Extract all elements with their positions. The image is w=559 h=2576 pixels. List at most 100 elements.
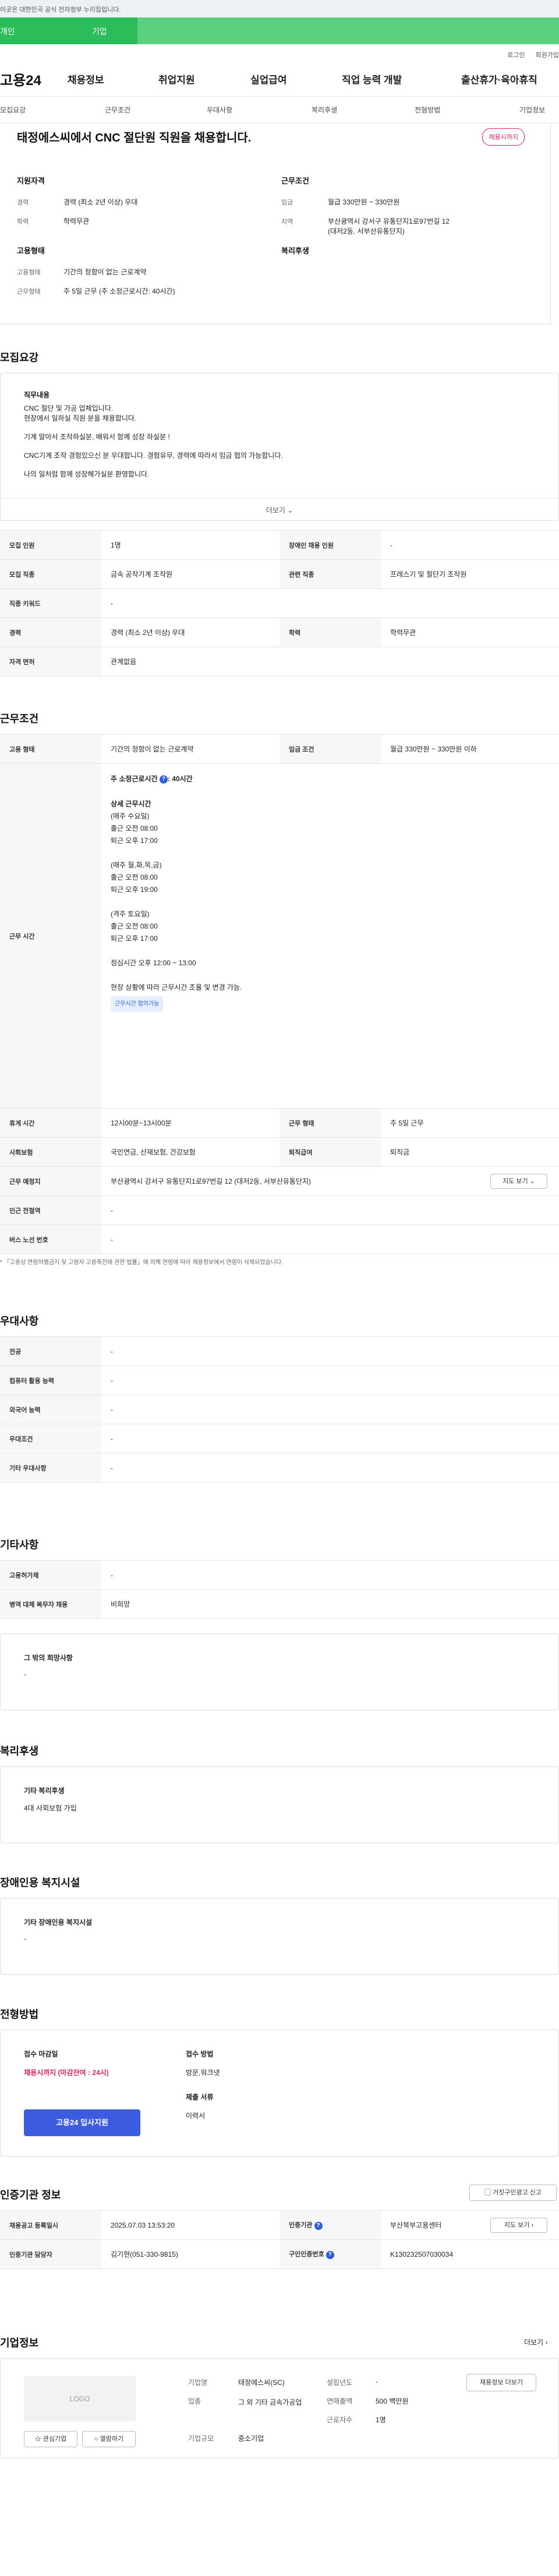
hours-line: (매주 월,화,목,금): [111, 861, 162, 869]
row-label: 근무 형태: [280, 1108, 381, 1138]
info-icon[interactable]: ?: [326, 2250, 334, 2259]
row-value: 김기현(051-330-9815): [101, 2239, 280, 2269]
subnav-pref[interactable]: 우대사항: [207, 105, 232, 115]
docs-label: 제출 서류: [186, 2093, 214, 2101]
row-label: 임금 조건: [280, 734, 381, 764]
work-type-label: 근무형태: [17, 288, 41, 295]
hours-line: 퇴근 오후 17:00: [111, 934, 158, 943]
map-view-button[interactable]: 지도 보기 ⌄: [490, 1174, 547, 1189]
info-icon[interactable]: ?: [159, 775, 168, 784]
row-label: 인증기관 ?: [280, 2210, 381, 2240]
work-section-title: 근무조건: [0, 713, 39, 725]
deadline-label: 접수 마감일: [24, 2050, 58, 2058]
tab-company[interactable]: 기업: [69, 17, 137, 44]
row-value: -: [101, 1225, 559, 1254]
signup-link[interactable]: 회원가입: [536, 50, 559, 62]
row-value: 학력무관: [381, 617, 559, 647]
sub-nav: 모집요강 근무조건 우대사항 복리후생 전형방법 기업정보: [0, 97, 559, 123]
tab-personal[interactable]: 개인: [0, 17, 69, 44]
table-row: 버스 노선 번호 -: [0, 1225, 559, 1254]
row-value: -: [101, 1336, 559, 1366]
report-false-ad-button[interactable]: ▢ 거짓구인광고 신고: [469, 2185, 557, 2201]
row-label: 모집 직종: [0, 559, 101, 589]
hours-line: 퇴근 오후 17:00: [111, 837, 158, 845]
field-label: 기업규모: [188, 2434, 214, 2443]
row-value: -: [101, 1365, 559, 1395]
subnav-work[interactable]: 근무조건: [105, 105, 130, 115]
field-value: 중소기업: [238, 2434, 264, 2443]
row-value: -: [101, 1560, 559, 1590]
duty-line: CNC 절단 및 가공 업체입니다.: [24, 404, 114, 412]
gov-banner: 이곳은 대한민국 공식 전자정부 누리집입니다.: [0, 0, 559, 17]
site-logo[interactable]: 고용24: [0, 69, 68, 89]
qualification-heading: 지원자격: [17, 177, 45, 185]
chevron-down-icon: ⌄: [287, 506, 293, 514]
method-label: 접수 방법: [186, 2050, 214, 2058]
field-value: 500 백만원: [376, 2397, 409, 2405]
employment-type-section: 고용형태 고용형태 기간의 정함이 없는 근로계약 근무형태 주 5일 근무 (주 …: [17, 245, 175, 306]
table-row: 사회보험 국민연금, 산재보험, 건강보험 퇴직급여 퇴직금: [0, 1137, 559, 1167]
row-label: 근무 시간: [0, 763, 101, 1109]
duty-heading: 직무내용: [24, 391, 50, 399]
gnb-item-employment[interactable]: 취업지원: [158, 72, 250, 86]
work-type-value: 주 5일 근무 (주 소정근로시간: 40시간): [63, 287, 175, 295]
subnav-recruit[interactable]: 모집요강: [0, 105, 26, 115]
subnav-welfare[interactable]: 복리후생: [312, 105, 337, 115]
subnav-selection[interactable]: 전형방법: [415, 105, 440, 115]
gov-banner-text: 이곳은 대한민국 공식 전자정부 누리집입니다.: [0, 6, 121, 13]
region-label: 지역: [281, 218, 293, 225]
gnb-item-unemployment[interactable]: 실업급여: [250, 72, 342, 86]
emp-type-value: 기간의 정함이 없는 근로계약: [63, 268, 147, 276]
recruit-section-title: 모집요강: [0, 352, 39, 364]
row-label: 근무 예정지: [0, 1166, 101, 1196]
duty-line: 나의 일처럼 함께 성장해가실분 환영합니다.: [24, 470, 150, 478]
hours-line: 퇴근 오후 19:00: [111, 885, 158, 894]
subnav-company[interactable]: 기업정보: [519, 105, 545, 115]
gnb-item-parental[interactable]: 출산휴가·육아휴직: [461, 72, 537, 86]
document-icon: ▢: [484, 2189, 491, 2196]
row-label: 관련 직종: [280, 559, 381, 589]
table-row: 자격 면허 관계없음: [0, 647, 559, 676]
row-value: 주 5일 근무: [381, 1108, 559, 1138]
table-row: 근무 시간 주 소정근로시간 ?: 40시간 상세 근무시간 (매주 수요일) …: [0, 763, 559, 1109]
other-wishes-box: 그 밖의 희망사항 -: [0, 1633, 559, 1710]
row-label: 기타 우대사항: [0, 1453, 101, 1483]
deadline-value: 채용시까지 (마감잔여 : 24시): [24, 2069, 109, 2077]
agency-name: 부산북부고용센터: [390, 2221, 442, 2229]
table-row: 고용 형태 기간의 정함이 없는 근로계약 임금 조건 월급 330만원 ~ 3…: [0, 734, 559, 764]
info-icon[interactable]: ?: [314, 2221, 323, 2230]
row-label: 채용공고 등록일시: [0, 2210, 101, 2240]
field-value: 태정에스씨(SC): [238, 2379, 285, 2387]
row-value: -: [101, 1395, 559, 1424]
row-label: 전공: [0, 1336, 101, 1366]
company-more-link[interactable]: 더보기 ›: [524, 2337, 547, 2347]
job-summary-card: 태정에스씨에서 CNC 절단원 직원을 채용합니다. 채용시까지 지원자격 경력…: [0, 123, 551, 324]
row-label: 우대조건: [0, 1424, 101, 1453]
welfare-section-title: 복리후생: [0, 1745, 39, 1757]
wage-label: 임금: [281, 199, 293, 206]
gnb-item-jobs[interactable]: 채용정보: [68, 72, 158, 86]
education-value: 학력무관: [63, 217, 90, 225]
deadline-badge: 채용시까지: [482, 128, 525, 146]
field-label: 업종: [188, 2397, 201, 2405]
gnb-menu: 채용정보 취업지원 실업급여 직업 능력 개발 출산휴가·육아휴직: [68, 72, 537, 86]
career-value: 경력 (최소 2년 이상) 우대: [63, 198, 138, 206]
table-row: 채용공고 등록일시 2025.07.03 13:53:20 인증기관 ? 부산북…: [0, 2210, 559, 2240]
duty-more-button[interactable]: 더보기 ⌄: [1, 498, 558, 521]
apply-button[interactable]: 고용24 입사지원: [24, 2109, 140, 2136]
hours-line: (격주 토요일): [111, 910, 150, 918]
education-label: 학력: [17, 218, 29, 225]
view-company-button[interactable]: ○ 열람하기: [82, 2431, 136, 2447]
etc-table: 고용허가제 - 병역 대체 복무자 채용 비희망: [0, 1560, 559, 1619]
work-hours-cell: 주 소정근로시간 ?: 40시간 상세 근무시간 (매주 수요일) 출근 오전 …: [101, 763, 559, 1109]
gnb-item-training[interactable]: 직업 능력 개발: [342, 72, 461, 86]
agency-map-button[interactable]: 지도 보기 ›: [490, 2218, 547, 2233]
career-label: 경력: [17, 199, 29, 206]
row-value: 프레스기 및 절단기 조작원: [381, 559, 559, 589]
favorite-company-button[interactable]: ☆ 관심기업: [24, 2431, 77, 2447]
emp-type-label: 고용형태: [17, 269, 41, 276]
row-value: 경력 (최소 2년 이상) 우대: [101, 617, 280, 647]
login-link[interactable]: 로그인: [507, 50, 525, 62]
company-jobs-button[interactable]: 채용정보 더보기: [466, 2374, 536, 2391]
region-value: 부산광역시 강서구 유통단지1로97번길 12 (대저2동, 서부산유통단지): [328, 217, 450, 235]
